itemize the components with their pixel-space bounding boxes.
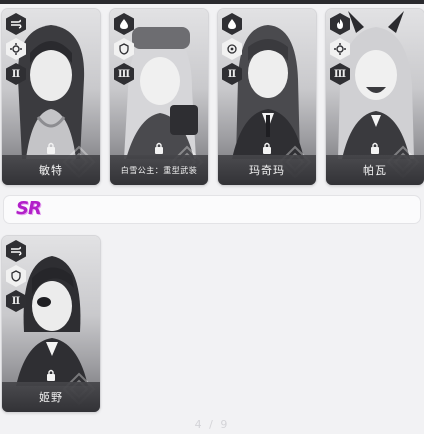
burst-level-badge: Ⅲ [114,63,134,85]
character-name: 姬野 [39,391,63,404]
character-name: 帕瓦 [363,164,387,177]
water-icon [222,13,242,35]
burst-level-badge: Ⅱ [6,63,26,85]
name-bar: 敏特 [2,155,100,185]
name-bar: 帕瓦 [326,155,424,185]
rarity-section-header: SR [4,196,420,223]
page-indicator: 4 / 9 [194,418,230,431]
character-name: 敏特 [39,164,63,177]
lock-icon [155,142,163,154]
lock-icon [47,369,55,381]
name-bar: 白雪公主：重型武装 [110,155,208,185]
target-icon [222,38,242,60]
character-card-himeno[interactable]: Ⅱ 姬野 [2,236,100,412]
gear-icon [6,38,26,60]
wind-icon [6,240,26,262]
burst-level-badge: Ⅲ [330,63,350,85]
character-name: 白雪公主：重型武装 [120,165,198,175]
gear-icon [330,38,350,60]
top-strip [0,0,424,4]
burst-level-badge: Ⅱ [6,290,26,312]
character-card-snow-white[interactable]: Ⅲ 白雪公主：重型武装 [110,9,208,185]
shield-icon [114,38,134,60]
water-icon [114,13,134,35]
wind-icon [6,13,26,35]
character-card-minte[interactable]: Ⅱ 敏特 [2,9,100,185]
rarity-label: SR [16,198,42,219]
burst-level-badge: Ⅱ [222,63,242,85]
name-bar: 姬野 [2,382,100,412]
lock-icon [263,142,271,154]
character-name: 玛奇玛 [249,164,285,177]
shield-icon [6,265,26,287]
character-card-makima[interactable]: Ⅱ 玛奇玛 [218,9,316,185]
character-card-power[interactable]: Ⅲ 帕瓦 [326,9,424,185]
lock-icon [371,142,379,154]
lock-icon [47,142,55,154]
fire-icon [330,13,350,35]
name-bar: 玛奇玛 [218,155,316,185]
